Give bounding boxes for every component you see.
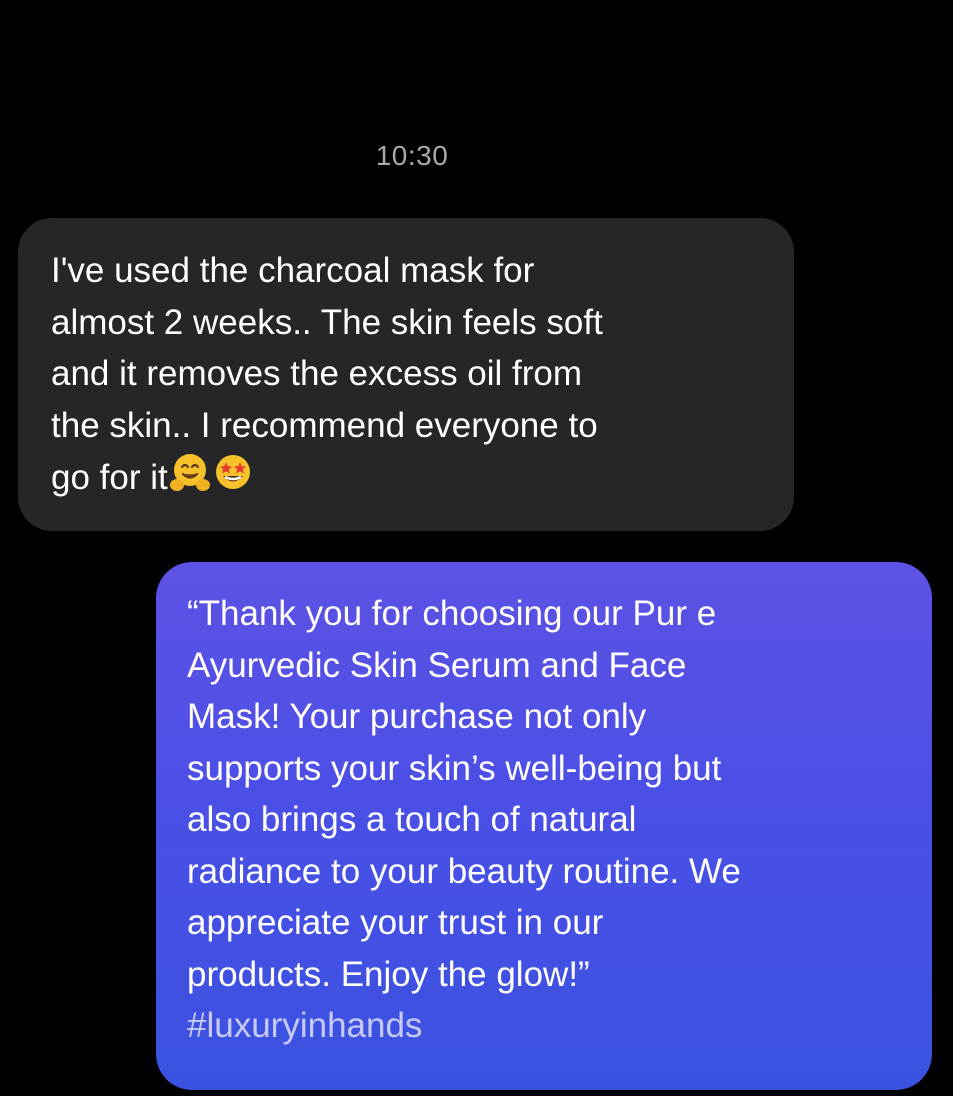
hashtag-link[interactable]: #luxuryinhands <box>187 1006 422 1045</box>
incoming-message-text: I've used the charcoal mask for almost 2… <box>51 251 603 497</box>
star-struck-emoji-icon <box>212 451 254 493</box>
message-timestamp: 10:30 <box>375 140 449 171</box>
outgoing-message-text: “Thank you for choosing our Pur e Ayurve… <box>187 594 741 994</box>
outgoing-message-bubble[interactable]: “Thank you for choosing our Pur e Ayurve… <box>156 562 932 1090</box>
incoming-message-bubble[interactable]: I've used the charcoal mask for almost 2… <box>18 218 794 531</box>
hugging-face-emoji-icon <box>169 451 211 493</box>
